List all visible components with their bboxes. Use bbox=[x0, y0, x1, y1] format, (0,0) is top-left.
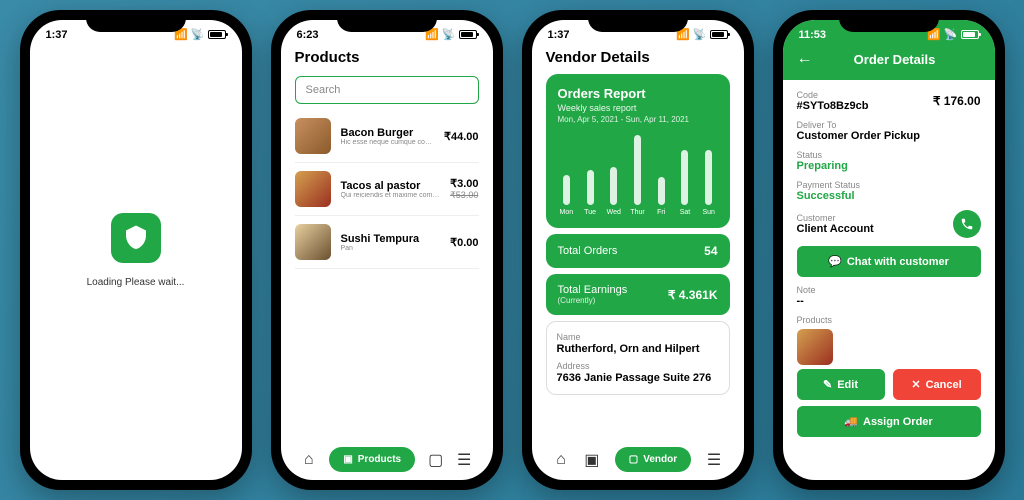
app-logo bbox=[111, 213, 161, 263]
wifi-icon: 📡 bbox=[191, 28, 205, 41]
truck-icon: 🚚 bbox=[844, 415, 858, 428]
cancel-button[interactable]: ✕Cancel bbox=[893, 369, 981, 400]
report-sub: Weekly sales report bbox=[558, 103, 718, 113]
report-title: Orders Report bbox=[558, 86, 718, 101]
product-price: ₹44.00 bbox=[444, 130, 479, 143]
battery-icon bbox=[710, 30, 728, 39]
chart-bar bbox=[587, 170, 594, 205]
time: 1:37 bbox=[548, 29, 570, 41]
product-item[interactable]: Bacon BurgerHic esse neque cumque commo.… bbox=[295, 110, 479, 163]
product-name: Tacos al pastor bbox=[341, 180, 441, 192]
wifi-icon: 📡 bbox=[693, 28, 707, 41]
nav-products-icon[interactable]: ▣ bbox=[584, 452, 600, 468]
wifi-icon: 📡 bbox=[442, 28, 456, 41]
assign-button[interactable]: 🚚Assign Order bbox=[797, 406, 981, 437]
search-input[interactable]: Search bbox=[295, 76, 479, 104]
product-image bbox=[295, 171, 331, 207]
product-price: ₹3.00 bbox=[450, 177, 478, 190]
orders-report-card: Orders Report Weekly sales report Mon, A… bbox=[546, 74, 730, 228]
report-range: Mon, Apr 5, 2021 - Sun, Apr 11, 2021 bbox=[558, 115, 718, 124]
chart-day-label: Sat bbox=[680, 209, 691, 216]
total-orders-stat: Total Orders54 bbox=[546, 234, 730, 268]
loading-text: Loading Please wait... bbox=[87, 277, 185, 288]
chart-bar bbox=[563, 175, 570, 205]
edit-button[interactable]: ✎Edit bbox=[797, 369, 885, 400]
nav-vendor[interactable]: ▢Vendor bbox=[615, 447, 691, 472]
page-title: Order Details bbox=[833, 52, 957, 67]
nav-home-icon[interactable]: ⌂ bbox=[301, 452, 317, 468]
product-name: Bacon Burger bbox=[341, 127, 434, 139]
chart-bar bbox=[681, 150, 688, 205]
payment-status: Successful bbox=[797, 190, 981, 202]
edit-icon: ✎ bbox=[823, 378, 832, 391]
time: 1:37 bbox=[46, 29, 68, 41]
chart-bar bbox=[634, 135, 641, 205]
wifi-icon: 📡 bbox=[944, 28, 958, 41]
product-old-price: ₹53.00 bbox=[450, 190, 478, 201]
page-title: Vendor Details bbox=[532, 45, 744, 70]
vendor-info-card: Name Rutherford, Orn and Hilpert Address… bbox=[546, 321, 730, 395]
chart-day-label: Tue bbox=[584, 209, 596, 216]
nav-home-icon[interactable]: ⌂ bbox=[553, 452, 569, 468]
chart-day-label: Wed bbox=[607, 209, 621, 216]
chart-bar bbox=[705, 150, 712, 205]
order-code: #SYTo8Bz9cb bbox=[797, 100, 869, 112]
nav-menu-icon[interactable]: ☰ bbox=[456, 452, 472, 468]
product-item[interactable]: Sushi TempuraPan ₹0.00 bbox=[295, 216, 479, 269]
battery-icon bbox=[459, 30, 477, 39]
nav-products[interactable]: ▣Products bbox=[329, 447, 415, 472]
total-earnings-stat: Total Earnings(Currently)₹ 4.361K bbox=[546, 274, 730, 315]
order-price: ₹ 176.00 bbox=[933, 94, 981, 108]
chart-bar bbox=[658, 177, 665, 205]
battery-icon bbox=[961, 30, 979, 39]
back-icon[interactable]: ← bbox=[797, 50, 813, 68]
call-button[interactable] bbox=[953, 210, 981, 238]
close-icon: ✕ bbox=[911, 378, 920, 391]
chart-day-label: Thur bbox=[630, 209, 644, 216]
product-desc: Pan bbox=[341, 245, 441, 252]
chart-day-label: Sun bbox=[702, 209, 714, 216]
time: 6:23 bbox=[297, 29, 319, 41]
chart-bar bbox=[610, 167, 617, 205]
nav-menu-icon[interactable]: ☰ bbox=[706, 452, 722, 468]
chart-day-label: Mon bbox=[560, 209, 574, 216]
status-value: Preparing bbox=[797, 160, 981, 172]
product-image bbox=[295, 224, 331, 260]
page-title: Products bbox=[281, 45, 493, 70]
box-icon: ▣ bbox=[343, 454, 352, 465]
chart-day-label: Fri bbox=[657, 209, 665, 216]
store-icon: ▢ bbox=[629, 454, 638, 465]
nav-vendor-icon[interactable]: ▢ bbox=[428, 452, 444, 468]
order-product-image bbox=[797, 329, 833, 365]
time: 11:53 bbox=[799, 29, 827, 41]
product-item[interactable]: Tacos al pastorQui reiciendis et maxime … bbox=[295, 163, 479, 216]
chat-button[interactable]: 💬Chat with customer bbox=[797, 246, 981, 277]
product-name: Sushi Tempura bbox=[341, 233, 441, 245]
product-price: ₹0.00 bbox=[450, 236, 478, 249]
product-desc: Qui reiciendis et maxime commodi... bbox=[341, 192, 441, 199]
chat-icon: 💬 bbox=[828, 255, 842, 268]
battery-icon bbox=[208, 30, 226, 39]
product-desc: Hic esse neque cumque commo... bbox=[341, 139, 434, 146]
weekly-chart: Mon Tue Wed Thur Fri Sat Sun bbox=[558, 136, 718, 216]
product-image bbox=[295, 118, 331, 154]
